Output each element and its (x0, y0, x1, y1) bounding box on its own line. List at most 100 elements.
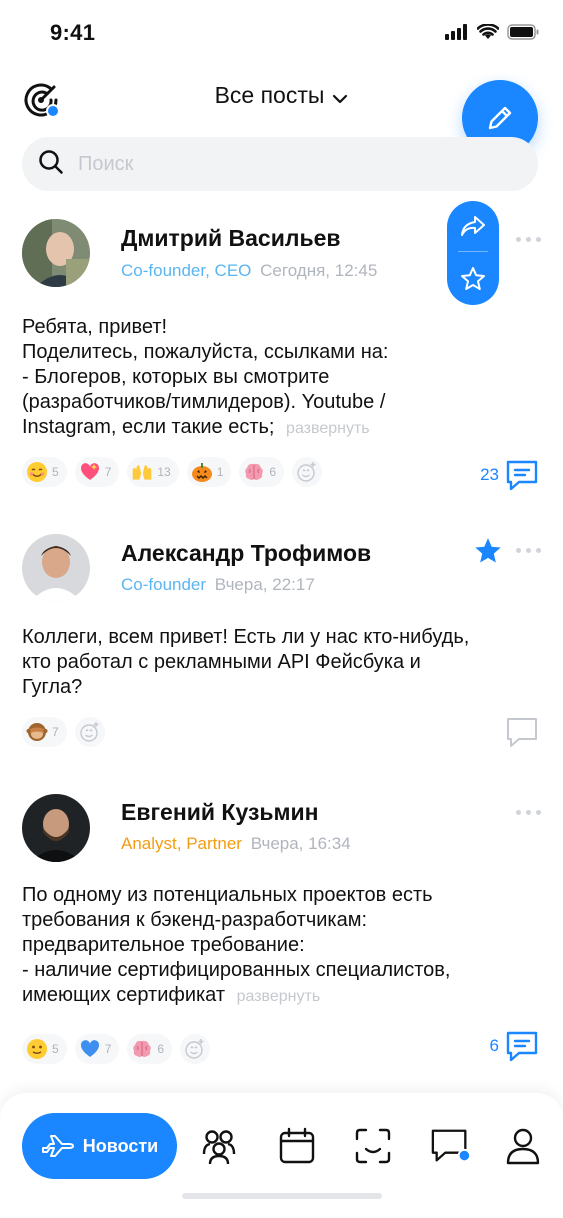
raising-hands-emoji-icon (131, 461, 153, 483)
reaction-chip[interactable]: 13 (127, 457, 179, 487)
search-bar[interactable] (22, 137, 538, 191)
reaction-chip[interactable]: 5 (22, 1034, 67, 1064)
add-reaction-button[interactable] (292, 457, 323, 487)
brain-emoji-icon (243, 461, 265, 483)
chevron-down-icon (332, 83, 348, 110)
author-name[interactable]: Евгений Кузьмин (121, 799, 319, 826)
post-body: Ребята, привет! Поделитесь, пожалуйста, … (22, 315, 542, 441)
more-dot (516, 548, 521, 553)
nav-scan-button[interactable] (352, 1125, 394, 1167)
nav-news-label: Новости (82, 1135, 159, 1156)
reaction-chip[interactable]: 7 (22, 717, 67, 747)
reaction-chip[interactable]: 1 (186, 457, 232, 487)
reactions-row: 5 7 13 1 6 (22, 457, 323, 487)
more-dot (526, 810, 531, 815)
star-filled-icon[interactable] (473, 536, 503, 566)
reaction-chip[interactable]: 6 (239, 457, 285, 487)
status-icons (445, 24, 539, 40)
author-role: Co-founder (121, 575, 207, 594)
more-dot (516, 237, 521, 242)
add-reaction-button[interactable] (180, 1034, 211, 1064)
nav-profile-button[interactable] (502, 1125, 544, 1167)
page-title: Все посты (214, 82, 325, 108)
more-options-button[interactable] (516, 548, 541, 553)
wifi-icon (477, 24, 499, 39)
search-input[interactable] (78, 152, 498, 176)
slightly-smiling-face-emoji-icon (26, 1038, 48, 1060)
comment-empty-icon (507, 718, 537, 747)
post-meta: Co-founder, CEO Сегодня, 12:45 (121, 261, 377, 281)
author-role: Analyst, Partner (121, 834, 242, 853)
more-dot (536, 810, 541, 815)
reaction-count: 1 (216, 465, 224, 479)
comments-count: 23 (480, 465, 499, 484)
pencil-icon (488, 106, 512, 130)
airplane-icon (41, 1135, 74, 1157)
cellular-signal-icon (445, 24, 467, 40)
nav-calendar-button[interactable] (276, 1125, 318, 1167)
reaction-count: 13 (157, 465, 171, 479)
smiling-face-emoji-icon (26, 461, 48, 483)
reaction-count: 7 (52, 725, 59, 739)
reactions-row: 7 (22, 717, 105, 747)
post-meta: Co-founder Вчера, 22:17 (121, 575, 315, 595)
pumpkin-emoji-icon (191, 461, 213, 483)
more-options-button[interactable] (516, 237, 541, 242)
post-time: Сегодня, 12:45 (260, 261, 378, 280)
more-dot (516, 810, 521, 815)
sparkling-heart-emoji-icon (79, 461, 101, 483)
star-outline-icon[interactable] (460, 266, 486, 292)
post-actions-pill (447, 201, 499, 305)
status-bar: 9:41 (0, 0, 563, 70)
more-options-button[interactable] (516, 810, 541, 815)
author-name[interactable]: Александр Трофимов (121, 540, 371, 567)
comments-button[interactable] (505, 716, 539, 748)
more-dot (536, 237, 541, 242)
home-indicator (182, 1193, 382, 1199)
author-role: Co-founder, CEO (121, 261, 252, 280)
add-reaction-icon (79, 722, 99, 742)
face-scan-icon (355, 1128, 391, 1164)
brain-emoji-icon (131, 1038, 153, 1060)
post-meta: Analyst, Partner Вчера, 16:34 (121, 834, 351, 854)
chat-icon (431, 1129, 472, 1163)
search-icon (38, 149, 64, 180)
avatar[interactable] (22, 794, 90, 862)
people-icon (202, 1130, 236, 1165)
reaction-chip[interactable]: 7 (74, 457, 120, 487)
reaction-chip[interactable]: 6 (127, 1034, 173, 1064)
more-dot (526, 237, 531, 242)
avatar[interactable] (22, 219, 90, 287)
post-time: Вчера, 16:34 (250, 834, 351, 853)
comments-button[interactable]: 23 (480, 459, 539, 491)
expand-link[interactable]: развернуть (286, 420, 370, 437)
post-body: По одному из потенциальных проектов есть… (22, 883, 542, 1009)
comments-count: 6 (489, 1036, 499, 1055)
reactions-row: 5 7 6 (22, 1034, 211, 1064)
add-reaction-icon (185, 1039, 204, 1059)
expand-link[interactable]: развернуть (237, 988, 321, 1005)
add-reaction-button[interactable] (74, 717, 105, 747)
reaction-count: 5 (52, 1042, 59, 1056)
reaction-count: 5 (52, 465, 59, 479)
nav-news-button[interactable]: Новости (22, 1113, 177, 1179)
author-name[interactable]: Дмитрий Васильев (121, 225, 341, 252)
see-no-evil-monkey-emoji-icon (26, 721, 48, 743)
nav-people-button[interactable] (198, 1125, 240, 1167)
reaction-chip[interactable]: 7 (74, 1034, 120, 1064)
reaction-count: 6 (269, 465, 277, 479)
comment-icon (506, 1031, 538, 1062)
bottom-navigation: Новости (0, 1093, 563, 1218)
avatar[interactable] (22, 534, 90, 602)
nav-messages-button[interactable] (430, 1125, 472, 1167)
post-time: Вчера, 22:17 (214, 575, 315, 594)
share-icon[interactable] (460, 214, 486, 238)
post-body: Коллеги, всем привет! Есть ли у нас кто-… (22, 625, 542, 700)
comments-button[interactable]: 6 (490, 1030, 539, 1062)
calendar-icon (279, 1127, 315, 1164)
reaction-chip[interactable]: 5 (22, 457, 67, 487)
reaction-count: 7 (104, 1042, 112, 1056)
user-icon (506, 1128, 540, 1165)
add-reaction-icon (297, 462, 316, 482)
comment-icon (506, 460, 538, 491)
